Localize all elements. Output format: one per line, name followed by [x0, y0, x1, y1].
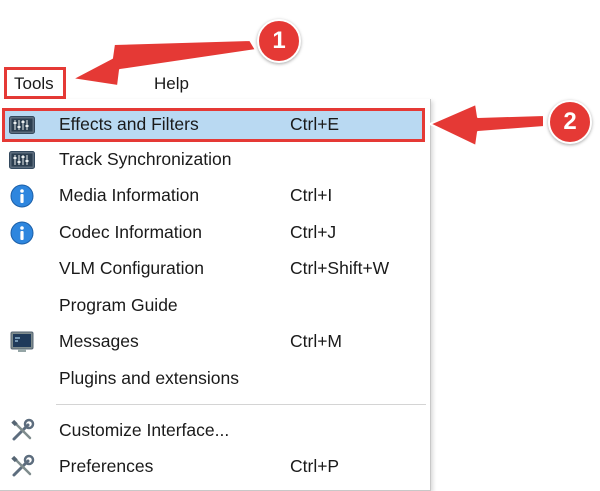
- annotation-arrows: [71, 39, 545, 147]
- arrow-1-icon: [71, 39, 257, 87]
- step-2-badge: 2: [548, 100, 592, 144]
- arrow-2-icon: [429, 103, 545, 147]
- step-1-badge: 1: [257, 19, 301, 63]
